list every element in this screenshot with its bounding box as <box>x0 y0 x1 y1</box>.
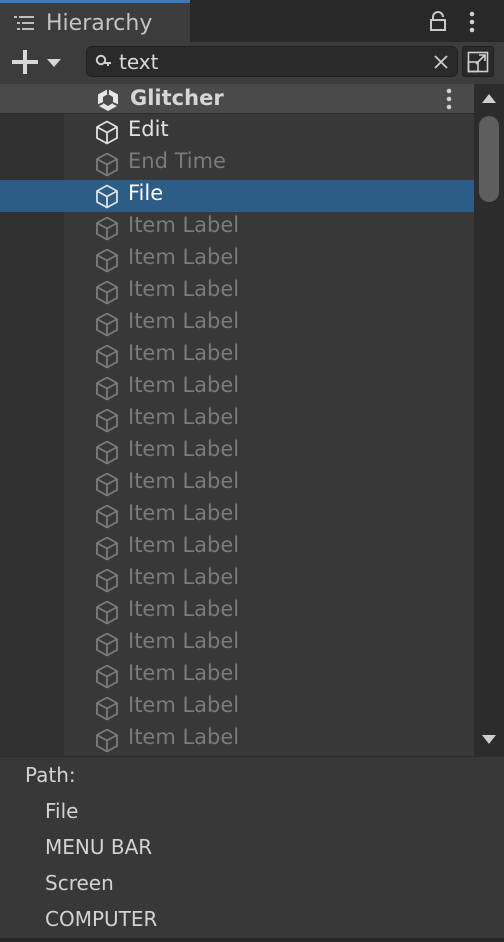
tab-title: Hierarchy <box>46 11 153 36</box>
scrollbar-thumb[interactable] <box>479 116 499 202</box>
hierarchy-row-label: Item Label <box>128 725 240 749</box>
window-bottom-edge <box>0 938 504 942</box>
hierarchy-row-label: Item Label <box>128 501 240 525</box>
add-button[interactable] <box>8 46 66 78</box>
hierarchy-row[interactable]: Item Label <box>0 404 474 436</box>
clear-search-icon[interactable] <box>433 54 449 70</box>
hierarchy-row[interactable]: Item Label <box>0 308 474 340</box>
gameobject-cube-icon <box>94 663 120 689</box>
hierarchy-row[interactable]: Item Label <box>0 724 474 756</box>
hierarchy-row[interactable]: Item Label <box>0 244 474 276</box>
hierarchy-row[interactable]: Item Label <box>0 436 474 468</box>
gameobject-cube-icon <box>94 183 120 209</box>
hierarchy-row[interactable]: Item Label <box>0 340 474 372</box>
hierarchy-row[interactable]: Item Label <box>0 596 474 628</box>
tab-hierarchy[interactable]: Hierarchy <box>0 0 190 42</box>
hierarchy-row[interactable]: Item Label <box>0 660 474 692</box>
search-field[interactable] <box>86 46 458 77</box>
gameobject-cube-icon <box>94 343 120 369</box>
hierarchy-row-label: Item Label <box>128 693 240 717</box>
gameobject-cube-icon <box>94 727 120 753</box>
caret-down-icon <box>47 59 61 67</box>
gameobject-cube-icon <box>94 439 120 465</box>
hierarchy-row-label: Item Label <box>128 309 240 333</box>
gameobject-cube-icon <box>94 247 120 273</box>
hierarchy-toolbar <box>0 42 504 84</box>
hierarchy-row-label: Item Label <box>128 661 240 685</box>
game-object-rows: Edit End Time File Item Label Item Label Item… <box>0 116 474 756</box>
hierarchy-row[interactable]: Item Label <box>0 532 474 564</box>
hierarchy-row-label: Item Label <box>128 565 240 589</box>
search-icon <box>95 54 111 66</box>
hierarchy-row-label: Item Label <box>128 245 240 269</box>
hierarchy-row-label: Item Label <box>128 373 240 397</box>
hierarchy-row-label: Item Label <box>128 405 240 429</box>
kebab-menu-icon[interactable] <box>443 88 455 110</box>
search-input[interactable] <box>119 49 419 75</box>
gameobject-cube-icon <box>94 631 120 657</box>
gameobject-cube-icon <box>94 311 120 337</box>
kebab-menu-icon[interactable] <box>466 11 478 33</box>
gameobject-cube-icon <box>94 375 120 401</box>
path-title: Path: <box>25 763 76 787</box>
lock-icon[interactable] <box>428 11 448 31</box>
hierarchy-row[interactable]: Edit <box>0 116 474 148</box>
gameobject-cube-icon <box>94 215 120 241</box>
unity-logo-icon <box>97 89 119 111</box>
hierarchy-row[interactable]: End Time <box>0 148 474 180</box>
path-panel: Path: File MENU BAR Screen COMPUTER <box>0 756 504 939</box>
path-item: MENU BAR <box>45 835 153 859</box>
hierarchy-row-label: Item Label <box>128 597 240 621</box>
gameobject-cube-icon <box>94 279 120 305</box>
hierarchy-row[interactable]: File <box>0 180 474 212</box>
hierarchy-row-label: Edit <box>128 117 169 141</box>
gameobject-cube-icon <box>94 407 120 433</box>
hierarchy-row[interactable]: Item Label <box>0 212 474 244</box>
gameobject-cube-icon <box>94 599 120 625</box>
hierarchy-row[interactable]: Item Label <box>0 564 474 596</box>
path-item: File <box>45 799 79 823</box>
external-link-icon <box>467 51 489 73</box>
hierarchy-row-label: Item Label <box>128 437 240 461</box>
hierarchy-row-label: End Time <box>128 149 226 173</box>
hierarchy-row[interactable]: Item Label <box>0 692 474 724</box>
path-item: COMPUTER <box>45 907 158 931</box>
hierarchy-row-label: Item Label <box>128 533 240 557</box>
plus-icon <box>12 50 38 74</box>
scene-header-row[interactable]: Glitcher <box>0 84 474 114</box>
hierarchy-row-label: Item Label <box>128 213 240 237</box>
hierarchy-row-label: Item Label <box>128 341 240 365</box>
search-options-button[interactable] <box>462 46 494 77</box>
scroll-down-arrow-icon[interactable] <box>480 734 498 746</box>
hierarchy-row-label: Item Label <box>128 277 240 301</box>
gameobject-cube-icon <box>94 535 120 561</box>
vertical-scrollbar[interactable] <box>474 84 504 756</box>
hierarchy-row[interactable]: Item Label <box>0 276 474 308</box>
scene-name: Glitcher <box>130 86 224 110</box>
hierarchy-row-label: Item Label <box>128 469 240 493</box>
hierarchy-row[interactable]: Item Label <box>0 628 474 660</box>
gameobject-cube-icon <box>94 119 120 145</box>
hierarchy-row[interactable]: Item Label <box>0 500 474 532</box>
gameobject-cube-icon <box>94 471 120 497</box>
hierarchy-row[interactable]: Item Label <box>0 468 474 500</box>
gameobject-cube-icon <box>94 151 120 177</box>
scroll-up-arrow-icon[interactable] <box>480 92 498 104</box>
path-item: Screen <box>45 871 114 895</box>
hierarchy-row-label: Item Label <box>128 629 240 653</box>
hierarchy-list-icon <box>14 16 34 30</box>
gameobject-cube-icon <box>94 695 120 721</box>
hierarchy-row-label: File <box>128 181 164 205</box>
gameobject-cube-icon <box>94 567 120 593</box>
gameobject-cube-icon <box>94 503 120 529</box>
hierarchy-list: Glitcher Edit End Time File Item Label Item … <box>0 84 474 756</box>
tab-bar: Hierarchy <box>0 0 504 42</box>
hierarchy-row[interactable]: Item Label <box>0 372 474 404</box>
